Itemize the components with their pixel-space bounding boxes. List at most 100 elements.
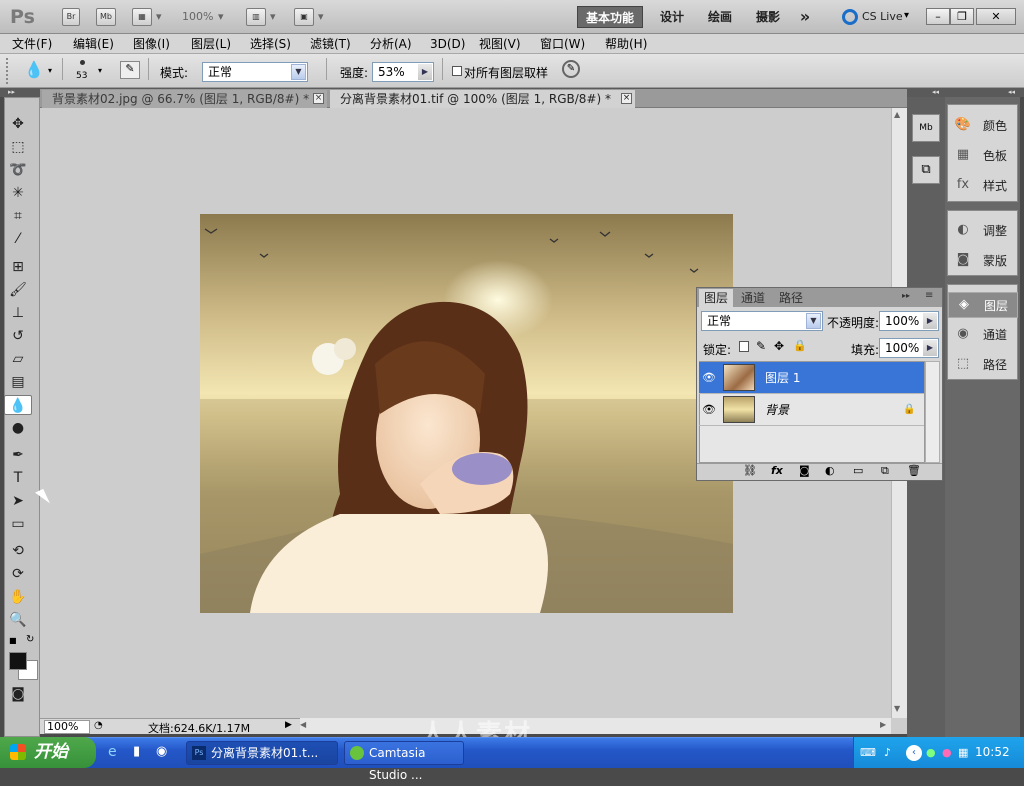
- screen-mode-icon[interactable]: ▣: [294, 8, 314, 26]
- menu-3d[interactable]: 3D(D): [430, 36, 465, 52]
- menu-file[interactable]: 文件(F): [12, 36, 52, 52]
- tray-app-icon[interactable]: ●: [942, 746, 952, 759]
- menu-layer[interactable]: 图层(L): [191, 36, 231, 52]
- menu-image[interactable]: 图像(I): [133, 36, 170, 52]
- panel-adjustments[interactable]: ◐ 调整: [948, 218, 1018, 244]
- internet-explorer-icon[interactable]: e: [108, 744, 117, 760]
- expand-toolbox-icon[interactable]: ▸▸: [8, 88, 15, 96]
- visibility-eye-icon[interactable]: 👁: [702, 403, 716, 417]
- panel-layers[interactable]: ◈ 图层: [948, 292, 1018, 318]
- workspace-essentials[interactable]: 基本功能: [577, 6, 643, 28]
- menu-analysis[interactable]: 分析(A): [370, 36, 412, 52]
- hand-tool-icon[interactable]: ✋: [4, 587, 32, 607]
- zoom-dropdown-icon[interactable]: ▾: [218, 8, 224, 26]
- lock-position-icon[interactable]: ✥: [774, 339, 784, 353]
- history-brush-tool-icon[interactable]: ↺: [4, 326, 32, 346]
- restore-button[interactable]: ❐: [950, 8, 974, 25]
- canvas-image[interactable]: [200, 214, 733, 613]
- brush-panel-icon[interactable]: ✎: [120, 61, 140, 79]
- dodge-tool-icon[interactable]: ●: [4, 418, 32, 438]
- gradient-tool-icon[interactable]: ▤: [4, 372, 32, 392]
- pressure-icon[interactable]: ✎: [562, 60, 580, 78]
- new-layer-icon[interactable]: ⧉: [881, 464, 889, 478]
- horizontal-scrollbar[interactable]: [296, 718, 891, 734]
- quick-mask-icon[interactable]: ◙: [4, 684, 32, 704]
- close-icon[interactable]: ×: [621, 93, 632, 104]
- mode-select[interactable]: 正常 ▼: [202, 62, 308, 82]
- tray-expand-icon[interactable]: ‹: [906, 745, 922, 761]
- type-tool-icon[interactable]: T: [4, 468, 32, 488]
- network-icon[interactable]: ▦: [958, 746, 968, 759]
- menu-view[interactable]: 视图(V): [479, 36, 521, 52]
- swap-colors-icon[interactable]: ↻: [26, 634, 34, 645]
- panel-masks[interactable]: ◙ 蒙版: [948, 248, 1018, 274]
- scroll-left-icon[interactable]: ◀: [300, 720, 306, 729]
- quick-launch-icon[interactable]: ▮: [133, 744, 140, 759]
- mini-bridge-button[interactable]: Mb: [96, 8, 116, 26]
- scroll-up-icon[interactable]: ▲: [894, 110, 900, 119]
- adjustment-layer-icon[interactable]: ◐: [825, 464, 835, 477]
- strength-slider-arrow-icon[interactable]: ▶: [418, 64, 432, 80]
- keyboard-icon[interactable]: ⌨: [860, 746, 876, 759]
- task-photoshop[interactable]: Ps 分离背景素材01.t...: [186, 741, 338, 765]
- workspace-design[interactable]: 设计: [652, 6, 692, 28]
- tab-background-material-02[interactable]: 背景素材02.jpg @ 66.7% (图层 1, RGB/8#) * ×: [42, 90, 327, 108]
- move-tool-icon[interactable]: ✥: [4, 114, 32, 134]
- eyedropper-tool-icon[interactable]: ⁄: [4, 229, 32, 249]
- bridge-button[interactable]: Br: [62, 8, 80, 26]
- pen-tool-icon[interactable]: ✒: [4, 445, 32, 465]
- fill-field[interactable]: 100% ▶: [879, 338, 939, 358]
- brush-picker-dropdown-icon[interactable]: ▾: [98, 66, 102, 75]
- opacity-field[interactable]: 100% ▶: [879, 311, 939, 331]
- media-player-icon[interactable]: ◉: [156, 744, 167, 759]
- strength-field[interactable]: 53% ▶: [372, 62, 434, 82]
- chevron-down-icon[interactable]: ▾: [318, 8, 324, 26]
- close-icon[interactable]: ×: [313, 93, 324, 104]
- task-camtasia[interactable]: Camtasia Studio ...: [344, 741, 464, 782]
- menu-filter[interactable]: 滤镜(T): [310, 36, 351, 52]
- chevron-down-icon[interactable]: ▾: [156, 8, 162, 26]
- collapse-dock-icon[interactable]: ◂◂: [932, 88, 939, 96]
- layer-row-background[interactable]: 👁 背景 🔒: [699, 394, 924, 426]
- collapse-panel-icon[interactable]: ▸▸: [902, 291, 910, 300]
- 3d-rotate-tool-icon[interactable]: ⟲: [4, 541, 32, 561]
- panel-color[interactable]: 🎨 颜色: [948, 113, 1018, 139]
- minimize-button[interactable]: –: [926, 8, 950, 25]
- mini-bridge-panel-icon[interactable]: Mb: [912, 114, 940, 142]
- panel-menu-icon[interactable]: ≡: [925, 290, 933, 301]
- fill-slider-arrow-icon[interactable]: ▶: [923, 340, 937, 356]
- scroll-down-icon[interactable]: ▼: [894, 704, 900, 713]
- new-group-icon[interactable]: ▭: [853, 464, 863, 477]
- foreground-color-swatch[interactable]: [9, 652, 27, 670]
- tab-separate-background-01[interactable]: 分离背景素材01.tif @ 100% (图层 1, RGB/8#) * ×: [330, 90, 635, 108]
- clone-stamp-tool-icon[interactable]: ⊥: [4, 303, 32, 323]
- status-zoom-field[interactable]: 100%: [44, 720, 90, 734]
- delete-layer-icon[interactable]: 🗑: [907, 464, 921, 477]
- blend-mode-select[interactable]: 正常 ▼: [701, 311, 823, 331]
- history-panel-icon[interactable]: ⧉: [912, 156, 940, 184]
- blur-tool-preset-icon[interactable]: 💧: [24, 60, 44, 79]
- workspace-photography[interactable]: 摄影: [748, 6, 788, 28]
- eraser-tool-icon[interactable]: ▱: [4, 349, 32, 369]
- tab-paths[interactable]: 路径: [773, 289, 809, 307]
- status-menu-arrow-icon[interactable]: ▶: [285, 720, 292, 730]
- zoom-level[interactable]: 100%: [182, 8, 213, 26]
- scroll-right-icon[interactable]: ▶: [880, 720, 886, 729]
- lock-pixels-icon[interactable]: ✎: [756, 339, 766, 353]
- rectangle-tool-icon[interactable]: ▭: [4, 514, 32, 534]
- layer-list-scrollbar[interactable]: [925, 361, 940, 463]
- more-workspaces-icon[interactable]: »: [795, 6, 815, 28]
- menu-window[interactable]: 窗口(W): [540, 36, 585, 52]
- panel-swatches[interactable]: ▦ 色板: [948, 143, 1018, 169]
- marquee-tool-icon[interactable]: ⬚: [4, 137, 32, 157]
- zoom-tool-icon[interactable]: 🔍: [4, 610, 32, 630]
- lock-all-icon[interactable]: 🔒: [793, 339, 807, 352]
- panel-paths[interactable]: ⬚ 路径: [948, 352, 1018, 378]
- healing-brush-tool-icon[interactable]: ⊞: [4, 257, 32, 277]
- fx-icon[interactable]: fx: [771, 464, 783, 477]
- path-selection-tool-icon[interactable]: ➤: [4, 491, 32, 511]
- brush-tool-icon[interactable]: 🖌: [4, 280, 32, 300]
- link-layers-icon[interactable]: ⛓: [743, 464, 757, 477]
- tray-app-icon[interactable]: ●: [926, 746, 936, 759]
- tab-channels[interactable]: 通道: [735, 289, 771, 307]
